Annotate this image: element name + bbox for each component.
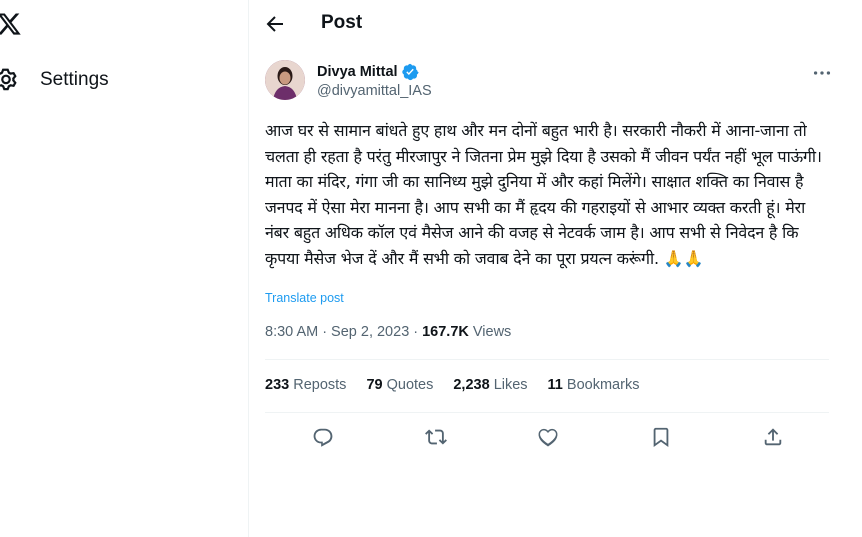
post-author: Divya Mittal @divyamittal_IAS (265, 60, 833, 104)
reposts-stat[interactable]: 233 Reposts (265, 377, 346, 393)
avatar[interactable] (265, 60, 305, 100)
divider (265, 359, 829, 360)
reply-icon (313, 428, 333, 447)
quotes-label: Quotes (386, 377, 434, 393)
bookmarks-label: Bookmarks (566, 377, 640, 393)
avatar-image (265, 60, 305, 100)
share-icon (764, 428, 782, 446)
page-title: Post (321, 12, 363, 33)
bookmarks-count: 11 (547, 377, 563, 393)
verified-badge-icon (401, 63, 419, 81)
post-text: आज घर से सामान बांधते हुए हाथ और मन दोनो… (265, 121, 822, 268)
x-logo-icon[interactable] (0, 10, 22, 38)
bookmark-icon (653, 427, 669, 448)
reply-button[interactable] (312, 426, 334, 448)
back-arrow-icon[interactable] (263, 12, 287, 36)
author-name[interactable]: Divya Mittal (317, 64, 398, 80)
header: Post (249, 0, 849, 48)
nav-settings-label: Settings (40, 69, 109, 90)
likes-label: Likes (493, 377, 528, 393)
likes-stat[interactable]: 2,238 Likes (453, 377, 527, 393)
likes-count: 2,238 (453, 377, 490, 393)
views-label: Views (472, 324, 512, 340)
app: Settings Post Divya Mittal @divyamittal_… (0, 0, 862, 537)
repost-button[interactable] (425, 426, 447, 448)
left-nav: Settings (0, 0, 248, 537)
post-time[interactable]: 8:30 AM (265, 324, 318, 340)
reposts-count: 233 (265, 377, 290, 393)
nav-item-settings[interactable]: Settings (0, 64, 109, 96)
more-options-icon[interactable] (811, 62, 833, 84)
quotes-stat[interactable]: 79 Quotes (366, 377, 433, 393)
engagement-stats: 233 Reposts 79 Quotes 2,238 Likes 11 Boo… (265, 377, 659, 393)
post-actions (265, 420, 833, 456)
post-date[interactable]: Sep 2, 2023 (331, 324, 409, 340)
author-name-line: Divya Mittal (317, 63, 419, 81)
bookmarks-stat[interactable]: 11 Bookmarks (548, 377, 640, 393)
views-count: 167.7K (422, 324, 469, 340)
repost-icon (425, 429, 447, 445)
heart-icon (538, 428, 558, 447)
quotes-count: 79 (366, 377, 383, 393)
divider (265, 412, 829, 413)
meta-separator: · (322, 324, 328, 340)
share-button[interactable] (762, 426, 784, 448)
translate-post-link[interactable]: Translate post (265, 291, 344, 305)
meta-separator: · (413, 324, 419, 340)
like-button[interactable] (537, 426, 559, 448)
author-handle[interactable]: @divyamittal_IAS (317, 83, 432, 99)
reposts-label: Reposts (293, 377, 347, 393)
post-meta: 8:30 AM · Sep 2, 2023 · 167.7K Views (265, 324, 511, 340)
gear-icon (0, 68, 17, 91)
main-column: Post Divya Mittal @divyamittal_IAS आज घर… (249, 0, 849, 537)
bookmark-button[interactable] (650, 426, 672, 448)
